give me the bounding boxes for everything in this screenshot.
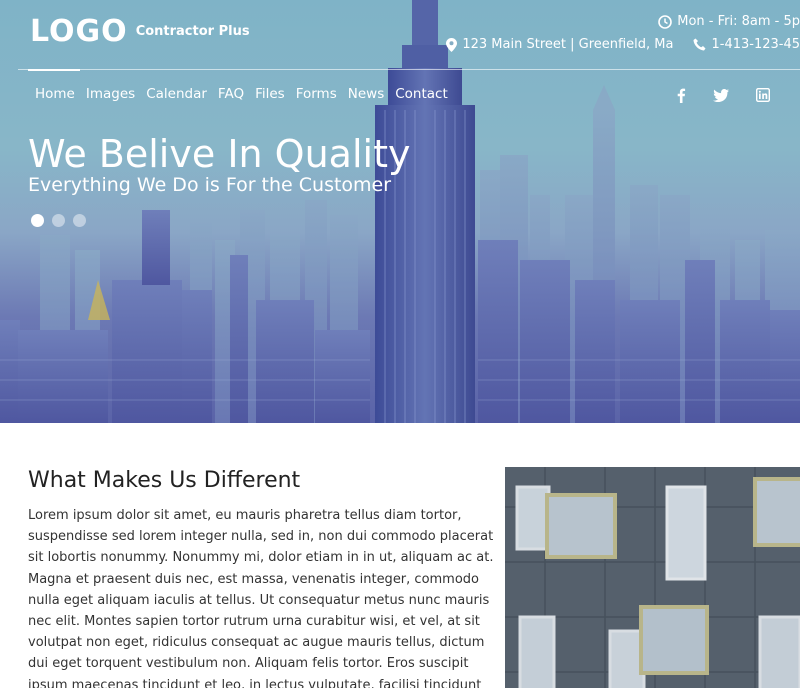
nav-item-forms[interactable]: Forms [296, 86, 337, 102]
section-title: What Makes Us Different [28, 468, 301, 493]
building-facade-graphic [505, 467, 800, 688]
hero-banner: LOGO Contractor Plus Mon - Fri: 8am - 5p… [0, 0, 800, 423]
logo[interactable]: LOGO Contractor Plus [30, 14, 250, 49]
section-body: Lorem ipsum dolor sit amet, eu mauris ph… [28, 508, 494, 688]
hero-headline: We Belive In Quality [28, 132, 411, 176]
slider-dots [31, 214, 86, 227]
map-marker-icon [446, 37, 458, 52]
nav-item-files[interactable]: Files [255, 86, 285, 102]
nav-item-calendar[interactable]: Calendar [146, 86, 207, 102]
nav-item-home[interactable]: Home [35, 86, 75, 102]
linkedin-icon[interactable] [756, 88, 770, 102]
hours-text: Mon - Fri: 8am - 5p [677, 14, 800, 29]
twitter-icon[interactable] [713, 89, 729, 102]
slider-dot-3[interactable] [73, 214, 86, 227]
slider-dot-2[interactable] [52, 214, 65, 227]
business-hours: Mon - Fri: 8am - 5p [658, 14, 800, 29]
phone-icon [693, 38, 706, 51]
hero-subheadline: Everything We Do is For the Customer [28, 174, 392, 196]
facebook-icon[interactable] [676, 88, 686, 103]
building-facade-image [505, 467, 800, 688]
nav-active-indicator [28, 69, 80, 71]
slider-dot-1[interactable] [31, 214, 44, 227]
city-skyline-image [0, 0, 800, 423]
contact-info: 123 Main Street | Greenfield, Ma 1-413-1… [446, 37, 800, 52]
phone-text[interactable]: 1-413-123-45 [711, 37, 800, 52]
nav-item-news[interactable]: News [348, 86, 384, 102]
logo-subtitle: Contractor Plus [135, 24, 250, 39]
nav-item-contact[interactable]: Contact [395, 86, 448, 102]
main-nav: Home Images Calendar FAQ Files Forms New… [35, 86, 448, 102]
nav-item-images[interactable]: Images [86, 86, 135, 102]
clock-icon [658, 14, 673, 29]
nav-item-faq[interactable]: FAQ [218, 86, 244, 102]
address-text[interactable]: 123 Main Street | Greenfield, Ma [462, 37, 673, 52]
nav-divider [18, 69, 800, 70]
logo-wordmark: LOGO [30, 14, 128, 49]
